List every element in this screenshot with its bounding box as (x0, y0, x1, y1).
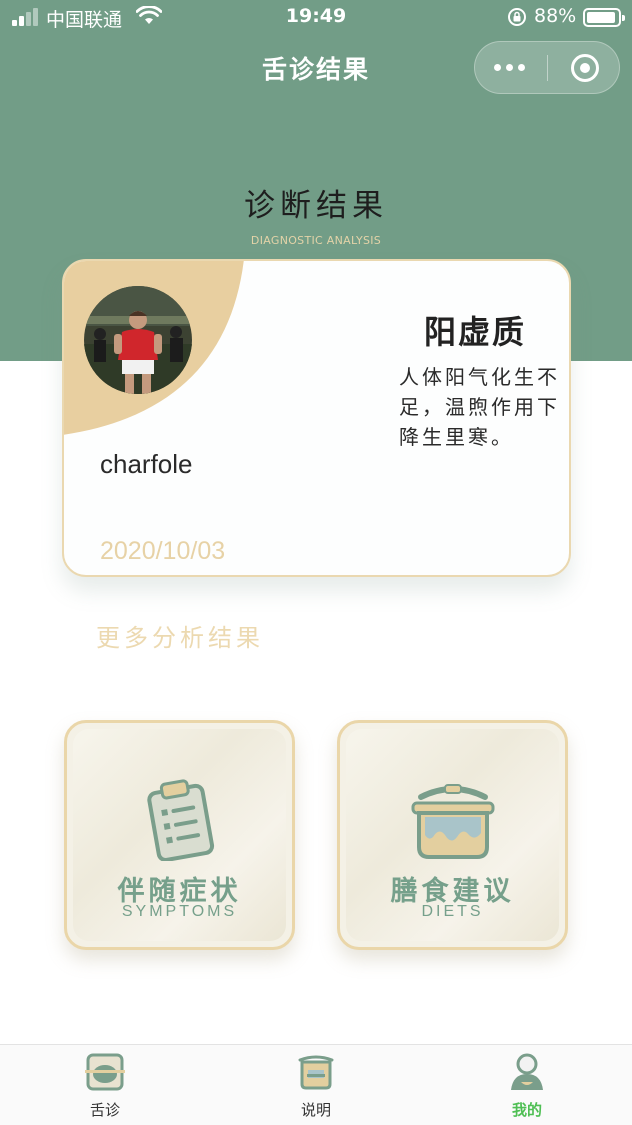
constitution-description: 人体阳气化生不足，温煦作用下降生里寒。 (399, 365, 560, 449)
username: charfole (100, 449, 193, 479)
battery-icon (583, 8, 625, 27)
tab-manual[interactable]: 说明 (266, 1045, 366, 1125)
diagnosis-date: 2020/10/03 (100, 537, 226, 565)
result-card: charfole 2020/10/03 阳虚质 人体阳气化生不足，温煦作用下降生… (62, 259, 571, 577)
tile-subtitle: DIETS (421, 903, 484, 920)
constitution-type: 阳虚质 (423, 313, 526, 351)
tongue-scan-icon (85, 1053, 125, 1091)
tab-label: 舌诊 (89, 1101, 120, 1119)
close-miniprogram-button[interactable] (548, 42, 620, 93)
target-icon (571, 54, 599, 82)
tab-label: 我的 (511, 1101, 542, 1119)
avatar (84, 286, 192, 394)
battery-percent: 88% (534, 5, 577, 27)
tab-tongue-diagnosis[interactable]: 舌诊 (55, 1045, 155, 1125)
pot-icon (411, 784, 494, 859)
tab-bar: 舌诊 说明 我的 (0, 1044, 632, 1125)
more-options-button[interactable] (475, 42, 547, 93)
manual-icon (298, 1055, 334, 1090)
clipboard-icon (146, 779, 214, 861)
profile-icon (511, 1053, 543, 1090)
status-bar: 中国联通 19:49 88% (0, 0, 632, 36)
tile-subtitle: SYMPTOMS (121, 903, 238, 920)
section-title: 诊断结果 (244, 188, 388, 224)
symptoms-tile[interactable]: 伴随症状 SYMPTOMS (64, 720, 295, 950)
diets-tile[interactable]: 膳食建议 DIETS (337, 720, 568, 950)
miniprogram-capsule (474, 41, 620, 94)
more-results-label: 更多分析结果 (96, 624, 264, 652)
tab-label: 说明 (300, 1101, 331, 1119)
orientation-lock-icon (508, 8, 526, 26)
tab-profile[interactable]: 我的 (477, 1045, 577, 1125)
section-subtitle: DIAGNOSTIC ANALYSIS (250, 234, 382, 247)
